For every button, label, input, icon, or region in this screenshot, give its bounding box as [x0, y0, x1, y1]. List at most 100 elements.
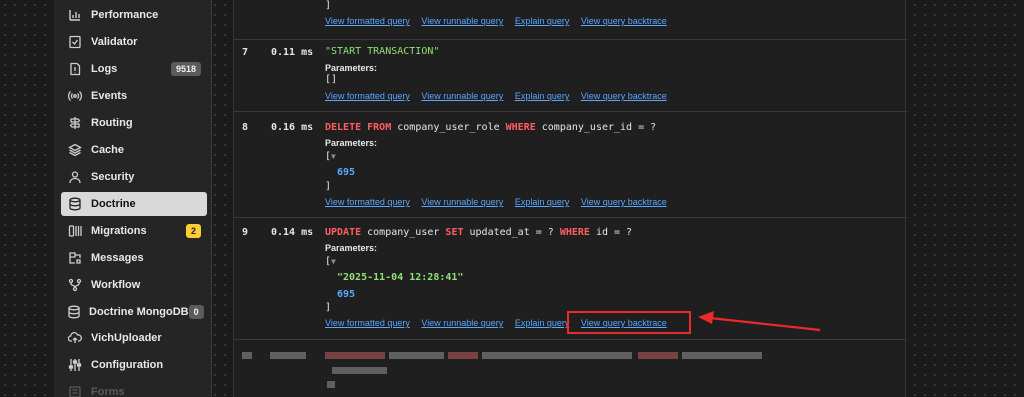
view-formatted-query-link[interactable]: View formatted query	[325, 318, 410, 328]
logs-count-badge: 9518	[170, 62, 201, 76]
migrations-icon	[67, 223, 83, 239]
parameters-label: Parameters:	[325, 243, 378, 253]
parameters-label: Parameters:	[325, 138, 378, 148]
sidebar-item-performance[interactable]: Performance	[61, 3, 207, 27]
view-runnable-query-link[interactable]: View runnable query	[421, 91, 503, 101]
view-runnable-query-link[interactable]: View runnable query	[421, 197, 503, 207]
query-links: View formatted query View runnable query…	[325, 91, 676, 101]
sidebar-item-configuration[interactable]: Configuration	[61, 353, 207, 377]
workflow-icon	[67, 277, 83, 293]
sidebar-item-label: Cache	[91, 144, 125, 156]
cache-icon	[67, 142, 83, 158]
sidebar-item-label: VichUploader	[91, 332, 162, 344]
view-formatted-query-link[interactable]: View formatted query	[325, 91, 410, 101]
view-runnable-query-link[interactable]: View runnable query	[421, 318, 503, 328]
blurred-text	[482, 352, 632, 359]
mongodb-icon	[67, 304, 81, 320]
query-time: 0.14 ms	[271, 227, 314, 238]
blurred-text	[242, 352, 252, 359]
forms-icon	[67, 384, 83, 397]
sidebar-item-label: Doctrine MongoDB	[89, 306, 189, 318]
sql-text: company_user_role	[391, 122, 506, 133]
sidebar-item-cache[interactable]: Cache	[61, 138, 207, 162]
queries-table: ] View formatted query View runnable que…	[233, 0, 907, 397]
sidebar-item-label: Events	[91, 90, 128, 102]
configuration-icon	[67, 357, 83, 373]
sidebar-item-label: Workflow	[91, 279, 141, 291]
sidebar-item-label: Validator	[91, 36, 138, 48]
query-sql: UPDATE company_user SET updated_at = ? W…	[325, 227, 632, 238]
sidebar-item-forms[interactable]: Forms	[61, 380, 207, 397]
explain-query-link[interactable]: Explain query	[515, 197, 570, 207]
annotation-arrow-icon	[698, 311, 821, 332]
explain-query-link[interactable]: Explain query	[515, 318, 570, 328]
parameters-open: [▼	[325, 256, 336, 267]
query-time: 0.16 ms	[271, 122, 314, 133]
sidebar-item-security[interactable]: Security	[61, 165, 207, 189]
parameters-open: [▼	[325, 151, 336, 162]
messages-icon	[67, 250, 83, 266]
sidebar-item-events[interactable]: Events	[61, 84, 207, 108]
events-icon	[67, 88, 83, 104]
query-sql: "START TRANSACTION"	[325, 46, 440, 57]
sidebar-item-messages[interactable]: Messages	[61, 246, 207, 270]
sidebar-item-validator[interactable]: Validator	[61, 30, 207, 54]
query-number: 8	[242, 122, 249, 133]
parameters-value: []	[325, 74, 338, 85]
params-close-bracket: ]	[325, 302, 332, 313]
sql-keyword: WHERE	[559, 227, 590, 238]
explain-query-link[interactable]: Explain query	[515, 91, 570, 101]
sql-keyword: UPDATE	[325, 227, 362, 238]
sql-text: company_user_id = ?	[535, 122, 657, 133]
parameter-value: 695	[337, 167, 355, 178]
query-number: 7	[242, 47, 249, 58]
explain-query-link[interactable]: Explain query	[515, 16, 570, 26]
sql-text: updated_at = ?	[463, 227, 560, 238]
query-row-7: 7 0.11 ms "START TRANSACTION" Parameters…	[234, 40, 907, 112]
sidebar-item-migrations[interactable]: Migrations 2	[61, 219, 207, 243]
sidebar-item-label: Messages	[91, 252, 144, 264]
query-links: View formatted query View runnable query…	[325, 16, 676, 26]
sidebar-item-label: Migrations	[91, 225, 147, 237]
param-number: 695	[337, 167, 356, 178]
view-query-backtrace-link[interactable]: View query backtrace	[581, 91, 667, 101]
sidebar-item-workflow[interactable]: Workflow	[61, 273, 207, 297]
sidebar-item-vichuploader[interactable]: VichUploader	[61, 326, 207, 350]
sidebar-item-routing[interactable]: Routing	[61, 111, 207, 135]
parameter-value: "2025-11-04 12:28:41"	[337, 272, 463, 283]
params-close-bracket: ]	[325, 0, 332, 11]
query-row-previous: ] View formatted query View runnable que…	[234, 0, 907, 40]
sidebar-item-doctrine-mongodb[interactable]: Doctrine MongoDB 0	[61, 300, 207, 324]
sidebar-item-logs[interactable]: Logs 9518	[61, 57, 207, 81]
view-formatted-query-link[interactable]: View formatted query	[325, 197, 410, 207]
blurred-text	[682, 352, 762, 359]
parameters-label: Parameters:	[325, 63, 378, 73]
blurred-text	[325, 352, 385, 359]
collapse-toggle-icon[interactable]: ▼	[331, 152, 336, 161]
sql-text: id = ?	[589, 227, 633, 238]
sidebar-item-label: Forms	[91, 386, 125, 397]
routing-icon	[67, 115, 83, 131]
view-query-backtrace-link[interactable]: View query backtrace	[581, 16, 667, 26]
query-number: 9	[242, 227, 249, 238]
sidebar-item-doctrine[interactable]: Doctrine	[61, 192, 207, 216]
query-row-blurred	[234, 340, 907, 397]
security-icon	[67, 169, 83, 185]
sidebar-item-label: Logs	[91, 63, 118, 75]
view-formatted-query-link[interactable]: View formatted query	[325, 16, 410, 26]
parameter-value: 695	[337, 289, 355, 300]
sidebar-item-label: Performance	[91, 9, 159, 21]
query-sql: DELETE FROM company_user_role WHERE comp…	[325, 122, 656, 133]
query-time: 0.11 ms	[271, 47, 314, 58]
param-number: 695	[337, 289, 356, 300]
view-query-backtrace-link[interactable]: View query backtrace	[581, 197, 667, 207]
upload-icon	[67, 330, 83, 346]
collapse-toggle-icon[interactable]: ▼	[331, 257, 336, 266]
params-close-bracket: ]	[325, 181, 332, 192]
blurred-text	[389, 352, 444, 359]
logs-icon	[67, 61, 83, 77]
view-runnable-query-link[interactable]: View runnable query	[421, 16, 503, 26]
sql-text: company_user	[361, 227, 446, 238]
param-string: "2025-11-04 12:28:41"	[337, 272, 464, 283]
blurred-text	[332, 367, 387, 374]
